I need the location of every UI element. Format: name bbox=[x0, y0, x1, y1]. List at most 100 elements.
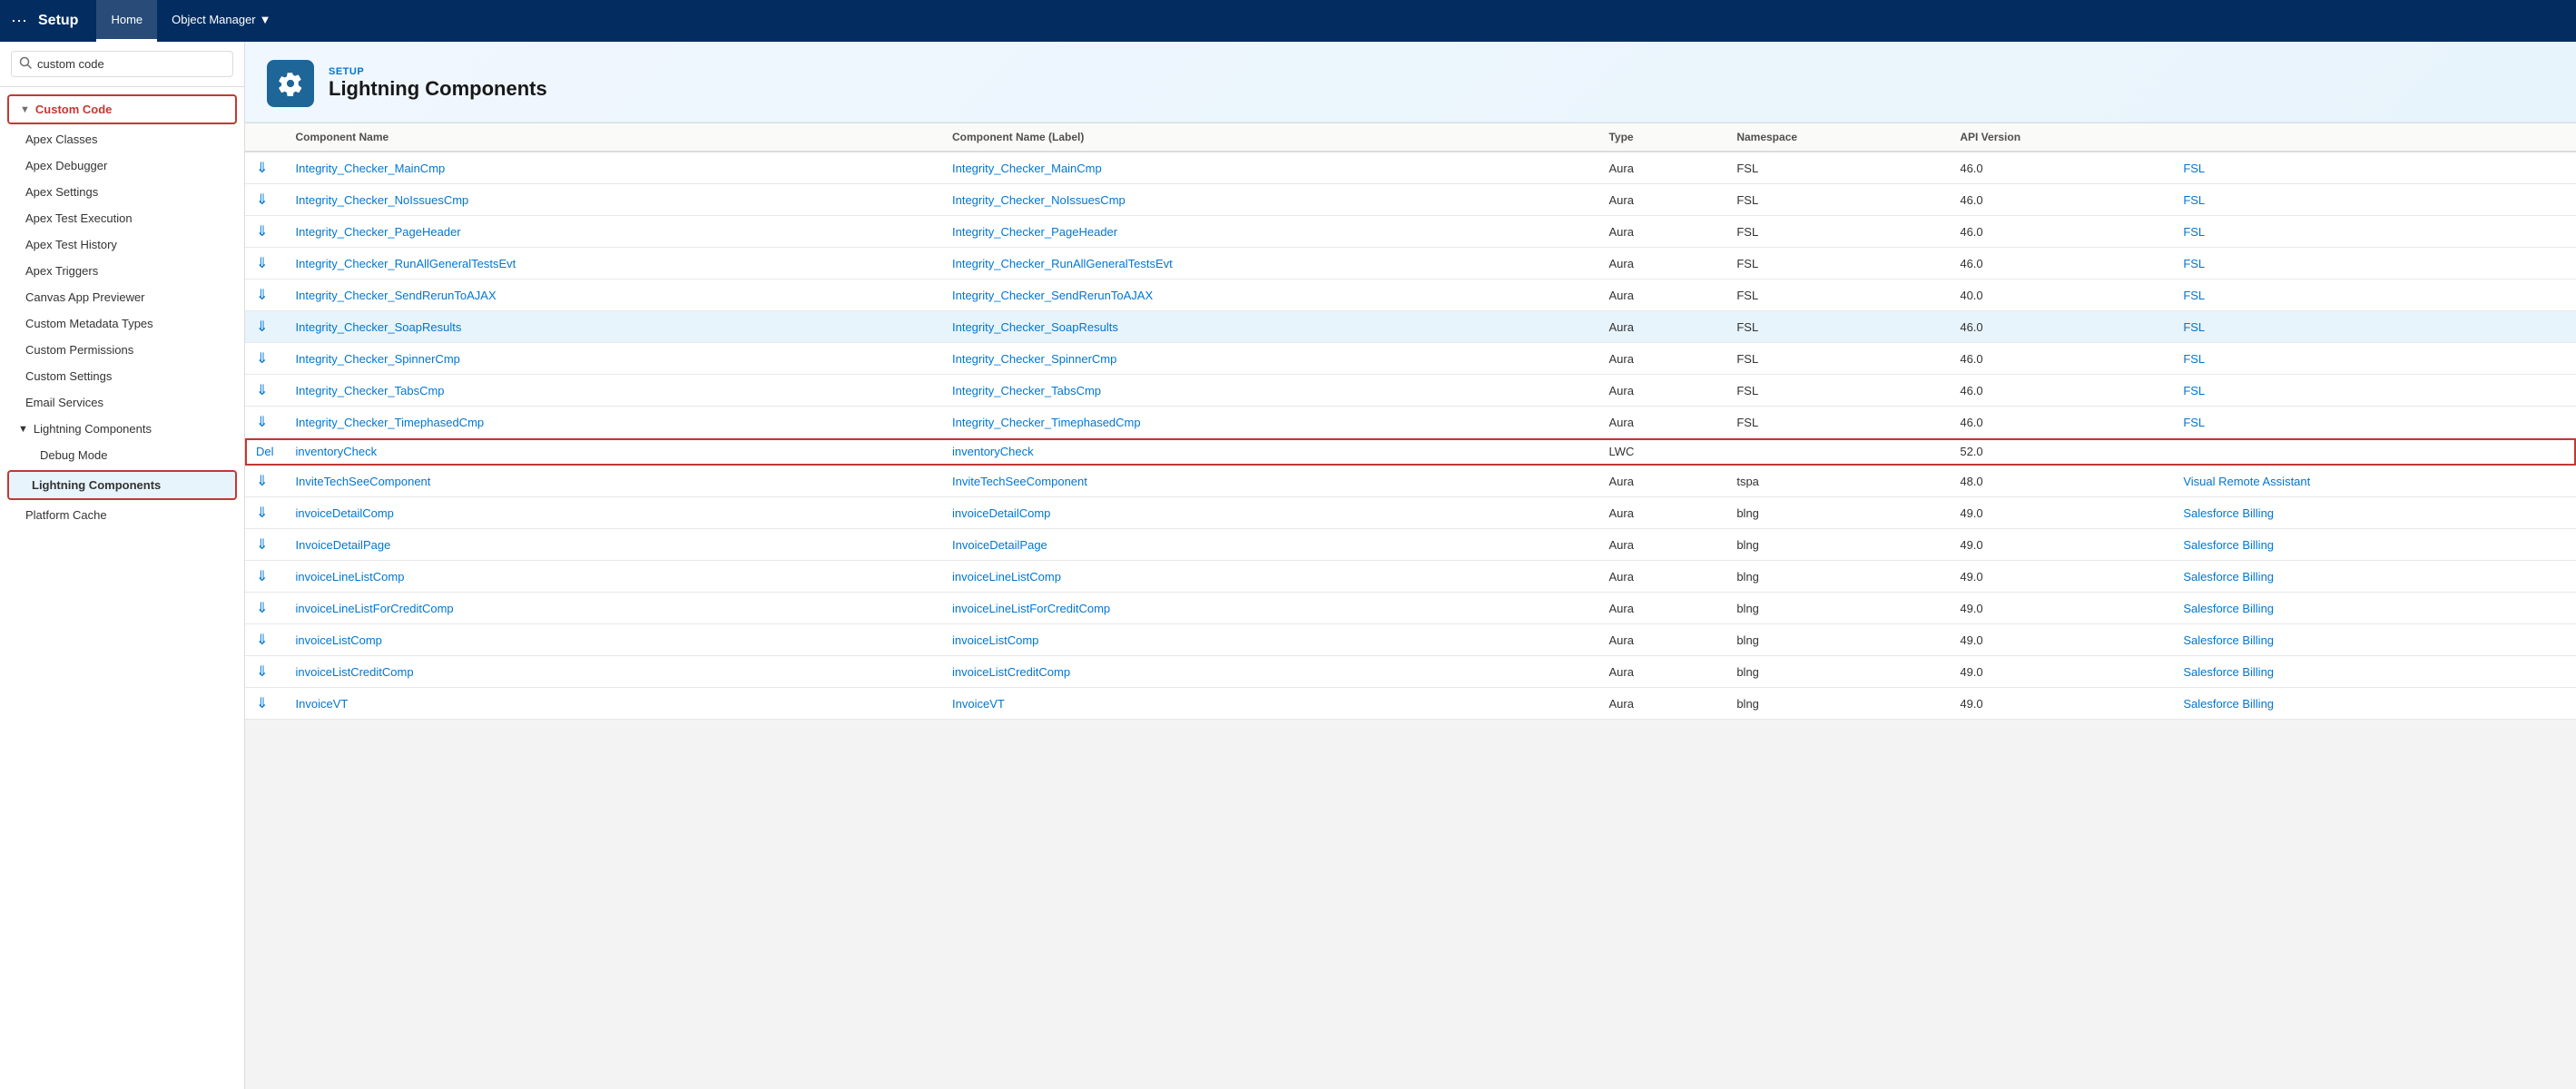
component-name-link[interactable]: Integrity_Checker_NoIssuesCmp bbox=[296, 193, 469, 207]
sidebar-item-apex-settings[interactable]: Apex Settings bbox=[0, 179, 244, 205]
component-label-link[interactable]: Integrity_Checker_RunAllGeneralTestsEvt bbox=[952, 257, 1173, 270]
sidebar-item-platform-cache[interactable]: Platform Cache bbox=[0, 502, 244, 528]
download-icon[interactable]: ⇓ bbox=[256, 224, 268, 240]
download-icon[interactable]: ⇓ bbox=[256, 537, 268, 553]
sidebar-item-debug-mode[interactable]: Debug Mode bbox=[0, 442, 244, 468]
namespace-link[interactable]: Salesforce Billing bbox=[2183, 538, 2274, 552]
component-label-link[interactable]: Integrity_Checker_TabsCmp bbox=[952, 384, 1101, 397]
sidebar-item-apex-test-execution[interactable]: Apex Test Execution bbox=[0, 205, 244, 231]
component-label-link[interactable]: invoiceListCreditComp bbox=[952, 665, 1070, 679]
component-name-link[interactable]: invoiceLineListForCreditComp bbox=[296, 602, 454, 615]
namespace-link[interactable]: Salesforce Billing bbox=[2183, 506, 2274, 520]
sidebar-item-apex-triggers[interactable]: Apex Triggers bbox=[0, 258, 244, 284]
component-label-cell: Integrity_Checker_NoIssuesCmp bbox=[941, 184, 1598, 216]
component-label-link[interactable]: invoiceDetailComp bbox=[952, 506, 1050, 520]
component-label-link[interactable]: InvoiceVT bbox=[952, 697, 1005, 711]
col-type[interactable]: Type bbox=[1598, 123, 1726, 152]
component-name-link[interactable]: Integrity_Checker_TabsCmp bbox=[296, 384, 445, 397]
component-name-link[interactable]: Integrity_Checker_SpinnerCmp bbox=[296, 352, 460, 366]
namespace-link[interactable]: Salesforce Billing bbox=[2183, 665, 2274, 679]
sidebar-item-lightning-components-active[interactable]: Lightning Components bbox=[7, 470, 237, 500]
sidebar-item-custom-settings[interactable]: Custom Settings bbox=[0, 363, 244, 389]
sidebar-item-apex-debugger[interactable]: Apex Debugger bbox=[0, 152, 244, 179]
namespace-link[interactable]: Salesforce Billing bbox=[2183, 697, 2274, 711]
download-icon[interactable]: ⇓ bbox=[256, 474, 268, 489]
download-icon[interactable]: ⇓ bbox=[256, 633, 268, 648]
download-icon[interactable]: ⇓ bbox=[256, 696, 268, 711]
col-api-version[interactable]: API Version bbox=[1949, 123, 2172, 152]
namespace-link[interactable]: FSL bbox=[2183, 320, 2205, 334]
component-label-link[interactable]: Integrity_Checker_TimephasedCmp bbox=[952, 416, 1141, 429]
download-icon[interactable]: ⇓ bbox=[256, 192, 268, 208]
search-input[interactable] bbox=[37, 57, 225, 71]
namespace-link[interactable]: Salesforce Billing bbox=[2183, 570, 2274, 584]
col-name[interactable]: Component Name bbox=[285, 123, 941, 152]
component-name-link[interactable]: Integrity_Checker_TimephasedCmp bbox=[296, 416, 485, 429]
component-name-link[interactable]: invoiceDetailComp bbox=[296, 506, 394, 520]
download-icon[interactable]: ⇓ bbox=[256, 601, 268, 616]
component-label-link[interactable]: Integrity_Checker_SendRerunToAJAX bbox=[952, 289, 1153, 302]
download-icon[interactable]: ⇓ bbox=[256, 569, 268, 584]
col-namespace[interactable]: Namespace bbox=[1726, 123, 1949, 152]
download-icon[interactable]: ⇓ bbox=[256, 383, 268, 398]
download-icon[interactable]: ⇓ bbox=[256, 664, 268, 680]
download-icon[interactable]: ⇓ bbox=[256, 288, 268, 303]
component-name-link[interactable]: invoiceListCreditComp bbox=[296, 665, 414, 679]
namespace-link[interactable]: FSL bbox=[2183, 162, 2205, 175]
component-label-link[interactable]: Integrity_Checker_MainCmp bbox=[952, 162, 1102, 175]
component-label-link[interactable]: invoiceListComp bbox=[952, 633, 1038, 647]
namespace-link[interactable]: Visual Remote Assistant bbox=[2183, 475, 2310, 488]
component-name-link[interactable]: InviteTechSeeComponent bbox=[296, 475, 431, 488]
component-name-link[interactable]: Integrity_Checker_SendRerunToAJAX bbox=[296, 289, 497, 302]
sidebar-item-custom-code[interactable]: ▼ Custom Code bbox=[7, 94, 237, 124]
component-label-link[interactable]: inventoryCheck bbox=[952, 445, 1034, 458]
component-label-link[interactable]: InvoiceDetailPage bbox=[952, 538, 1047, 552]
component-name-link[interactable]: Integrity_Checker_MainCmp bbox=[296, 162, 446, 175]
component-name-link[interactable]: InvoiceDetailPage bbox=[296, 538, 391, 552]
component-label-link[interactable]: Integrity_Checker_PageHeader bbox=[952, 225, 1117, 239]
download-icon[interactable]: ⇓ bbox=[256, 505, 268, 521]
namespace-link[interactable]: FSL bbox=[2183, 416, 2205, 429]
component-label-link[interactable]: invoiceLineListComp bbox=[952, 570, 1061, 584]
component-name-link[interactable]: invoiceListComp bbox=[296, 633, 382, 647]
component-label-link[interactable]: Integrity_Checker_NoIssuesCmp bbox=[952, 193, 1126, 207]
search-input-wrap[interactable] bbox=[11, 51, 233, 77]
download-icon[interactable]: ⇓ bbox=[256, 319, 268, 335]
download-icon[interactable]: ⇓ bbox=[256, 256, 268, 271]
component-name-link[interactable]: Integrity_Checker_SoapResults bbox=[296, 320, 462, 334]
delete-button[interactable]: Del bbox=[256, 445, 274, 458]
sidebar-item-apex-test-history[interactable]: Apex Test History bbox=[0, 231, 244, 258]
component-label-link[interactable]: Integrity_Checker_SpinnerCmp bbox=[952, 352, 1116, 366]
namespace-link[interactable]: FSL bbox=[2183, 225, 2205, 239]
download-icon[interactable]: ⇓ bbox=[256, 351, 268, 367]
table-row: ⇓ Integrity_Checker_MainCmp Integrity_Chec… bbox=[245, 152, 2576, 184]
component-name-link[interactable]: InvoiceVT bbox=[296, 697, 349, 711]
component-label-link[interactable]: Integrity_Checker_SoapResults bbox=[952, 320, 1118, 334]
component-name-link[interactable]: inventoryCheck bbox=[296, 445, 378, 458]
download-icon[interactable]: ⇓ bbox=[256, 415, 268, 430]
tab-object-manager[interactable]: Object Manager ▼ bbox=[157, 0, 285, 42]
namespace-link[interactable]: FSL bbox=[2183, 257, 2205, 270]
component-label-link[interactable]: InviteTechSeeComponent bbox=[952, 475, 1087, 488]
download-icon[interactable]: ⇓ bbox=[256, 161, 268, 176]
sidebar-item-custom-permissions[interactable]: Custom Permissions bbox=[0, 337, 244, 363]
namespace-link[interactable]: FSL bbox=[2183, 384, 2205, 397]
col-name-label[interactable]: Component Name (Label) bbox=[941, 123, 1598, 152]
sidebar-item-lightning-components-parent[interactable]: ▼ Lightning Components bbox=[0, 416, 244, 442]
component-name-link[interactable]: Integrity_Checker_RunAllGeneralTestsEvt bbox=[296, 257, 516, 270]
sidebar-item-custom-metadata-types[interactable]: Custom Metadata Types bbox=[0, 310, 244, 337]
namespace-link[interactable]: Salesforce Billing bbox=[2183, 602, 2274, 615]
component-label-link[interactable]: invoiceLineListForCreditComp bbox=[952, 602, 1110, 615]
namespace-link[interactable]: FSL bbox=[2183, 193, 2205, 207]
namespace-link[interactable]: FSL bbox=[2183, 289, 2205, 302]
namespace-cell: FSL bbox=[1726, 375, 1949, 407]
sidebar-item-canvas-app-previewer[interactable]: Canvas App Previewer bbox=[0, 284, 244, 310]
app-launcher-icon[interactable]: ⋯ bbox=[11, 12, 27, 31]
sidebar-item-apex-classes[interactable]: Apex Classes bbox=[0, 126, 244, 152]
namespace-link[interactable]: FSL bbox=[2183, 352, 2205, 366]
component-name-link[interactable]: Integrity_Checker_PageHeader bbox=[296, 225, 461, 239]
tab-home[interactable]: Home bbox=[96, 0, 157, 42]
sidebar-item-email-services[interactable]: Email Services bbox=[0, 389, 244, 416]
component-name-link[interactable]: invoiceLineListComp bbox=[296, 570, 405, 584]
namespace-link[interactable]: Salesforce Billing bbox=[2183, 633, 2274, 647]
